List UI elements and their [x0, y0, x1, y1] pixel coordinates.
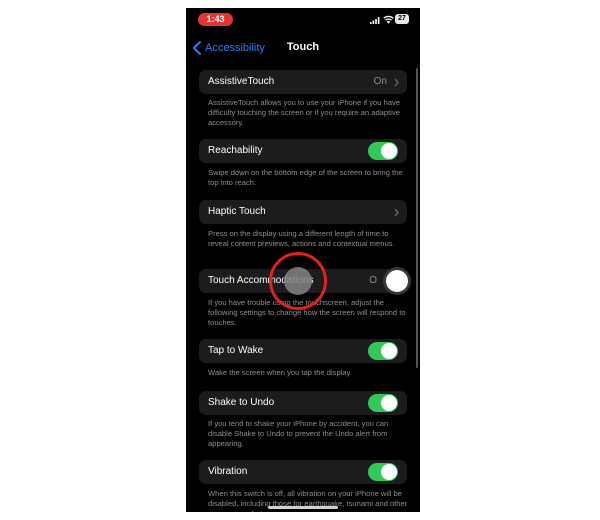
chevron-right-icon: [394, 78, 399, 87]
row-label: AssistiveTouch: [208, 76, 275, 87]
shake-to-undo-toggle[interactable]: [368, 394, 398, 412]
row-label: Shake to Undo: [208, 397, 275, 408]
phone-screen: 1:43 27 Accessibility Touch AssistiveTou…: [186, 8, 420, 512]
signal-icon: [370, 17, 380, 24]
chevron-right-icon: [394, 208, 399, 217]
status-bar: 1:43 27: [186, 8, 420, 30]
vibration-toggle[interactable]: [368, 463, 398, 481]
row-label: Haptic Touch: [208, 206, 266, 217]
footnote-haptic-touch: Press on the display using a different l…: [208, 229, 395, 248]
toggle-knob: [381, 143, 397, 159]
row-vibration[interactable]: Vibration: [199, 460, 407, 484]
row-value: O: [369, 275, 377, 286]
row-assistive-touch[interactable]: AssistiveTouch On: [199, 70, 407, 94]
toggle-knob: [381, 395, 397, 411]
reachability-toggle[interactable]: [368, 142, 398, 160]
row-label: Tap to Wake: [208, 345, 264, 356]
touch-accommodations-toggle-knob[interactable]: [386, 270, 408, 292]
page-title: Touch: [286, 41, 320, 53]
footnote-shake-to-undo: If you tend to shake your iPhone by acci…: [208, 419, 389, 448]
footnote-assistive-touch: AssistiveTouch allows you to use your iP…: [208, 98, 401, 127]
row-label: Reachability: [208, 145, 263, 156]
footnote-tap-to-wake: Wake the screen when you tap the display…: [208, 368, 352, 377]
toggle-knob: [381, 343, 397, 359]
touch-highlight-ring: [269, 252, 327, 310]
row-reachability[interactable]: Reachability: [199, 139, 407, 163]
row-label: Vibration: [208, 466, 248, 477]
battery-icon: 27: [395, 14, 409, 24]
row-shake-to-undo[interactable]: Shake to Undo: [199, 391, 407, 415]
scroll-indicator[interactable]: [416, 68, 418, 368]
row-haptic-touch[interactable]: Haptic Touch: [199, 200, 407, 224]
footnote-reachability: Swipe down on the bottom edge of the scr…: [208, 168, 403, 187]
status-time: 1:43: [198, 13, 233, 26]
toggle-knob: [381, 464, 397, 480]
row-value: On: [373, 76, 387, 87]
wifi-icon: [383, 15, 394, 24]
tap-to-wake-toggle[interactable]: [368, 342, 398, 360]
home-indicator[interactable]: [268, 506, 338, 509]
row-tap-to-wake[interactable]: Tap to Wake: [199, 339, 407, 363]
